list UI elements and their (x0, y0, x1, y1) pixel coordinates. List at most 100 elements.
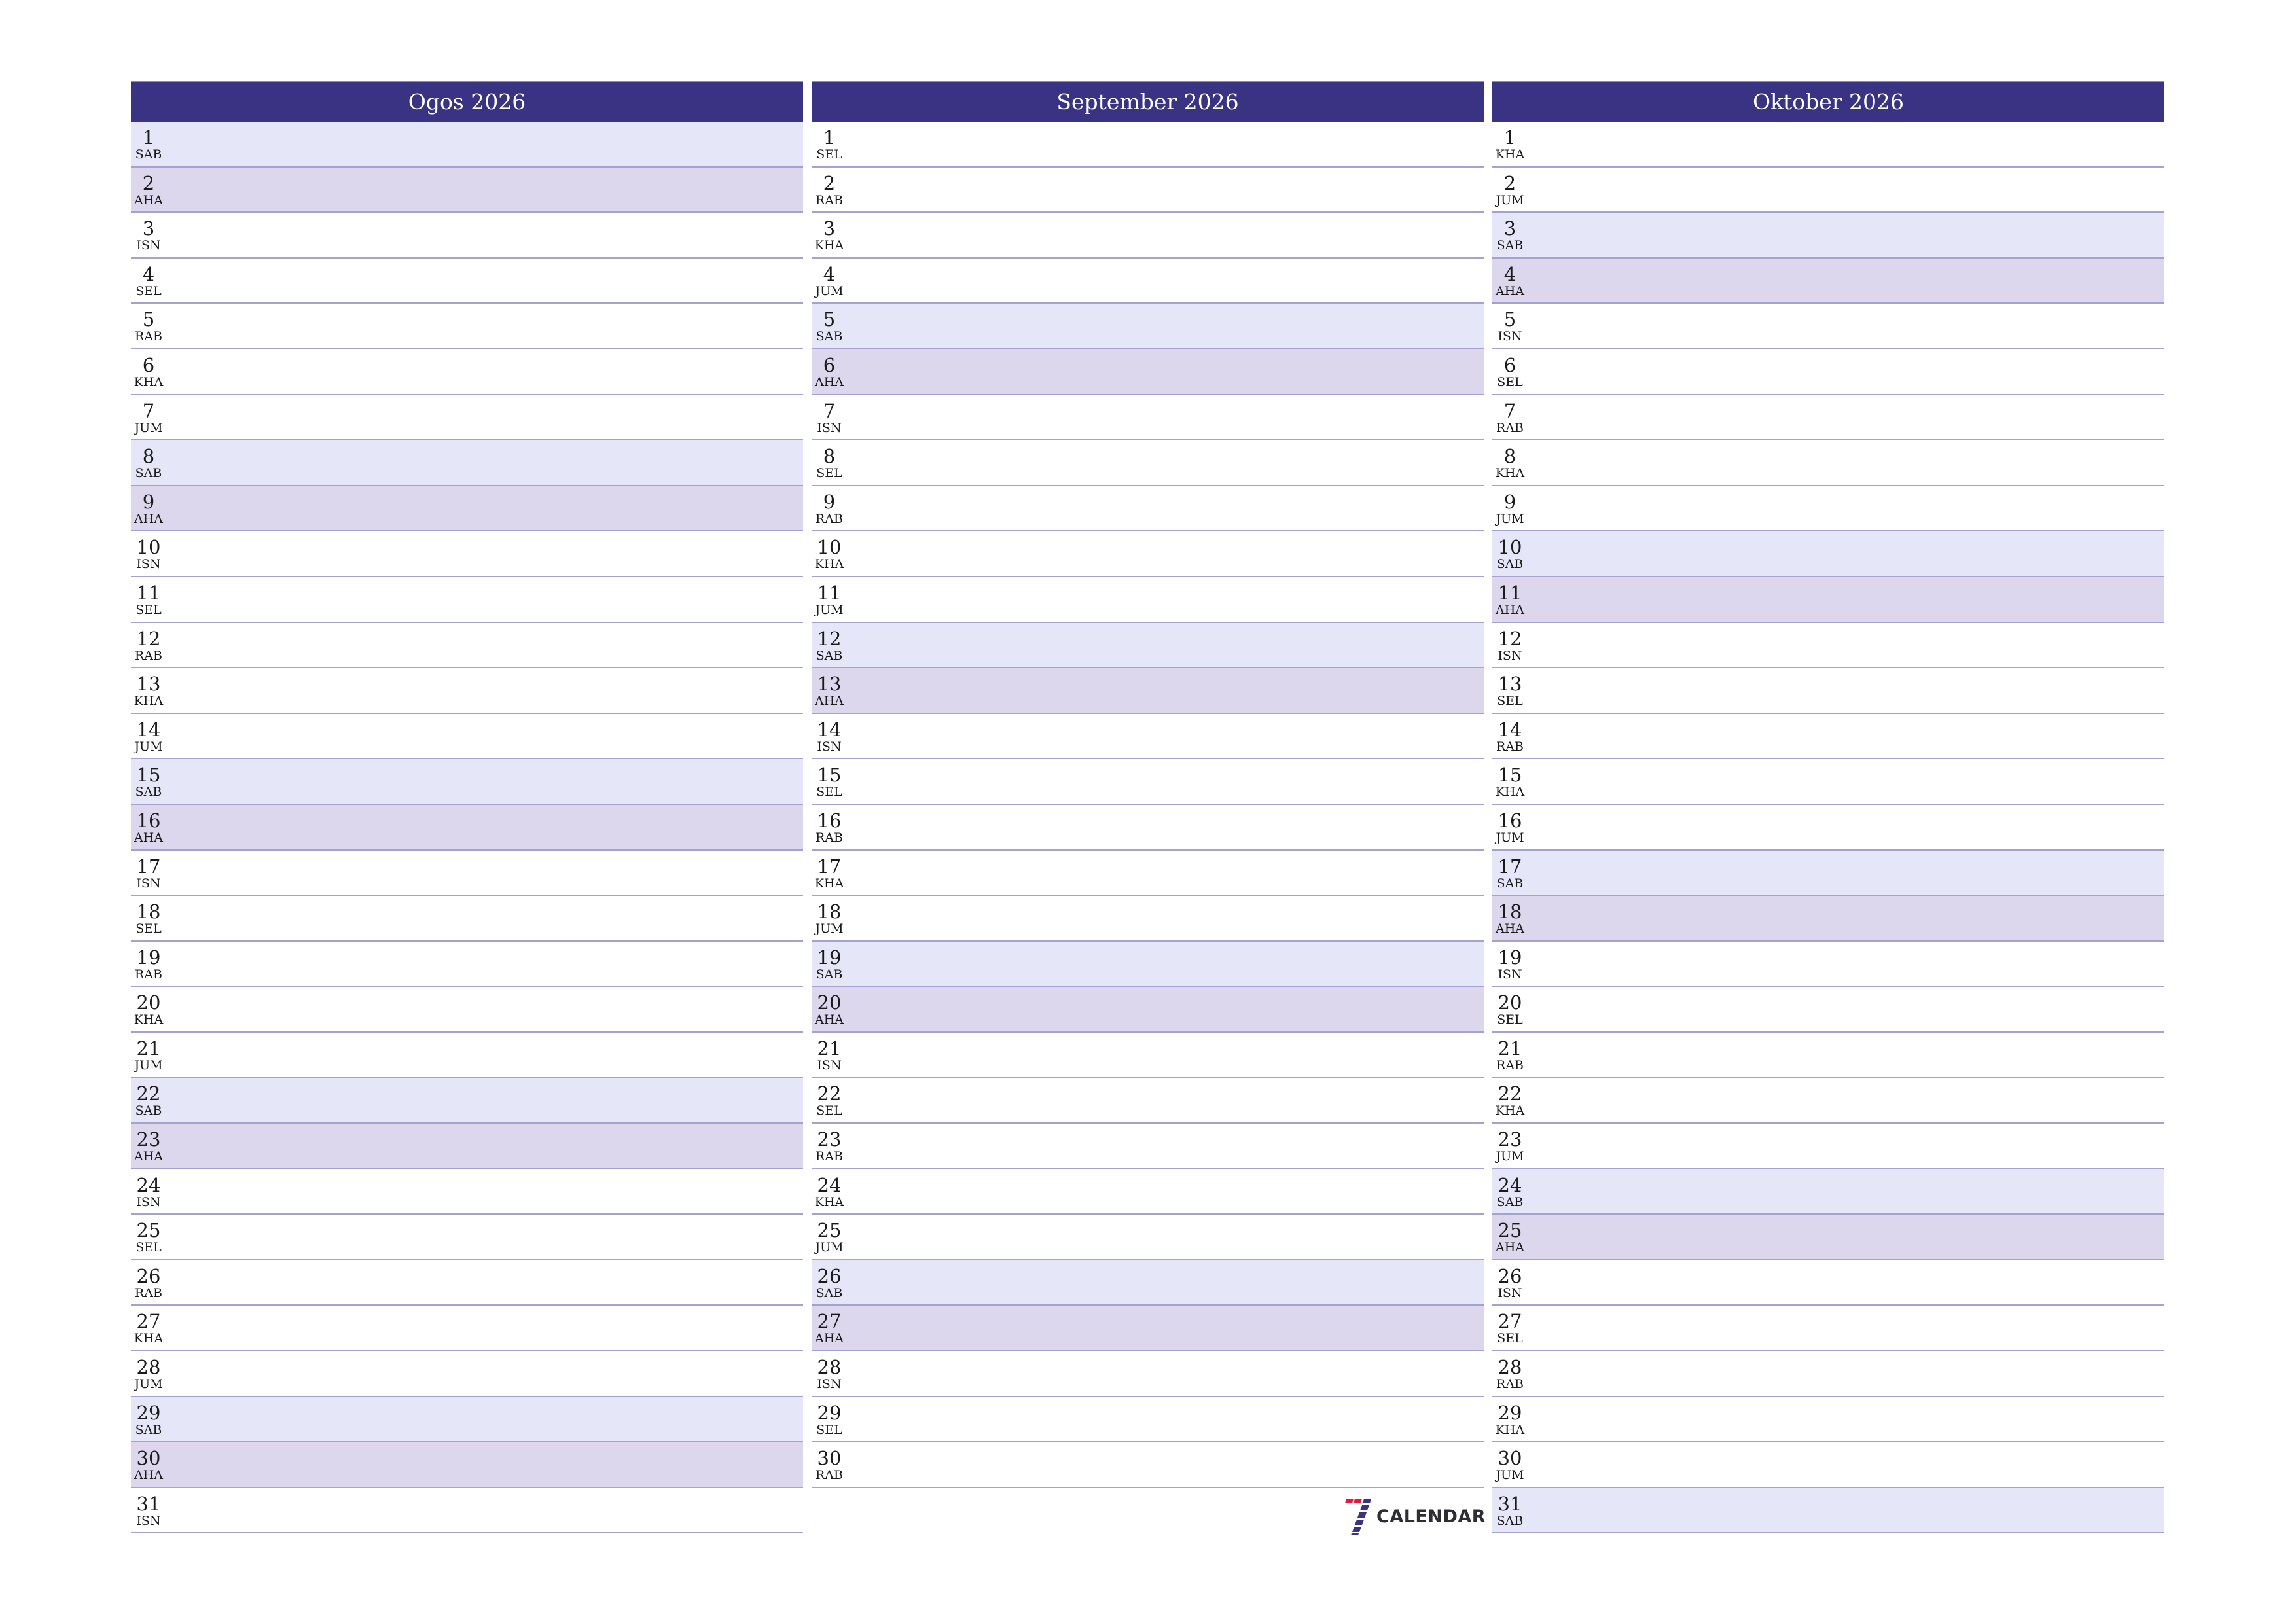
weekday-name: RAB (816, 192, 843, 207)
day-row: 12 ISN (1492, 622, 2164, 669)
day-label: 14 JUM (131, 714, 166, 753)
day-number: 30 (1498, 1447, 1522, 1470)
day-number: 29 (817, 1401, 842, 1424)
weekday-name: KHA (814, 1194, 844, 1209)
day-row: 14 RAB (1492, 713, 2164, 760)
weekday-name: ISN (136, 1513, 161, 1528)
day-label: 12 ISN (1492, 623, 1528, 662)
day-label: 26 ISN (1492, 1260, 1528, 1300)
day-row: 6 KHA (131, 349, 803, 395)
day-row: 15 KHA (1492, 759, 2164, 805)
day-number: 6 (142, 353, 155, 376)
day-row: 28 JUM (131, 1351, 803, 1397)
day-row: 26 SAB (812, 1260, 1484, 1306)
weekday-name: AHA (814, 1012, 844, 1027)
weekday-name: KHA (134, 1331, 164, 1346)
weekday-name: AHA (814, 374, 844, 389)
day-label: 6 SEL (1492, 349, 1528, 389)
day-row: 3 SAB (1492, 213, 2164, 259)
day-row: 19 ISN (1492, 941, 2164, 988)
day-number: 11 (817, 581, 842, 604)
day-number: 28 (136, 1356, 161, 1379)
day-number: 12 (1498, 627, 1522, 650)
day-label: 2 RAB (812, 168, 847, 207)
day-number: 11 (1498, 581, 1522, 604)
weekday-name: AHA (134, 830, 163, 845)
day-row: 23 AHA (131, 1124, 803, 1169)
day-number: 27 (136, 1310, 161, 1333)
day-number: 5 (1503, 308, 1516, 331)
day-row: 9 RAB (812, 486, 1484, 532)
day-row: 25 JUM (812, 1215, 1484, 1260)
day-label: 22 KHA (1492, 1078, 1528, 1117)
weekday-name: AHA (1495, 283, 1524, 298)
weekday-name: RAB (135, 329, 162, 344)
day-label: 28 ISN (812, 1351, 847, 1391)
day-row: 22 KHA (1492, 1078, 2164, 1124)
day-number: 26 (1498, 1264, 1522, 1287)
month-column-october: Oktober 2026 1 KHA 2 JUM 3 SAB 4 AHA 5 ISN 6 SEL 7 RA… (1492, 81, 2164, 1534)
weekday-name: RAB (816, 511, 843, 526)
day-number: 22 (136, 1082, 161, 1105)
day-row: 3 KHA (812, 213, 1484, 259)
day-row: 17 KHA (812, 850, 1484, 897)
day-label: 23 RAB (812, 1124, 847, 1163)
day-number: 25 (136, 1219, 161, 1242)
weekday-name: JUM (1496, 511, 1524, 526)
day-label: 14 RAB (1492, 714, 1528, 753)
weekday-name: SEL (816, 785, 842, 800)
weekday-name: SEL (816, 147, 842, 162)
day-number: 12 (817, 627, 842, 650)
day-row: 29 SAB (131, 1397, 803, 1443)
day-row: 24 ISN (131, 1169, 803, 1215)
weekday-name: JUM (134, 739, 163, 754)
day-row: 14 ISN (812, 713, 1484, 760)
day-label: 24 KHA (812, 1169, 847, 1209)
weekday-name: ISN (1498, 1285, 1522, 1300)
day-row: 27 SEL (1492, 1306, 2164, 1352)
weekday-name: KHA (814, 876, 844, 891)
day-number: 1 (142, 126, 155, 149)
day-label: 3 KHA (812, 213, 847, 252)
weekday-name: ISN (1498, 967, 1522, 982)
weekday-name: JUM (1496, 192, 1524, 207)
day-row: 27 KHA (131, 1306, 803, 1352)
day-number: 15 (817, 764, 842, 787)
day-label: 25 AHA (1492, 1215, 1528, 1254)
day-number: 4 (1503, 262, 1516, 285)
day-label: 7 ISN (812, 395, 847, 435)
weekday-name: JUM (815, 283, 844, 298)
brand-logo: CALENDAR (1345, 1497, 1486, 1535)
day-number: 6 (1503, 353, 1516, 376)
day-label: 13 SEL (1492, 668, 1528, 707)
day-row: 7 RAB (1492, 395, 2164, 441)
month-title: Oktober 2026 (1492, 81, 2164, 122)
day-number: 13 (136, 673, 161, 696)
day-number: 21 (136, 1037, 161, 1060)
weekday-name: JUM (134, 1058, 163, 1073)
day-number: 21 (1498, 1037, 1522, 1060)
day-number: 24 (817, 1173, 842, 1196)
day-label: 8 SAB (131, 440, 166, 480)
day-label: 8 KHA (1492, 440, 1528, 480)
day-number: 13 (1498, 673, 1522, 696)
weekday-name: SAB (135, 1422, 162, 1437)
weekday-name: ISN (817, 1377, 842, 1392)
day-number: 8 (823, 445, 836, 468)
day-label: 11 SEL (131, 577, 166, 616)
weekday-name: ISN (1498, 648, 1522, 663)
day-row: 10 ISN (131, 531, 803, 577)
day-label: 10 SAB (1492, 531, 1528, 571)
day-row: 16 AHA (131, 804, 803, 851)
day-number: 26 (817, 1264, 842, 1287)
weekday-name: SEL (1497, 1012, 1523, 1027)
weekday-name: SAB (1496, 1194, 1524, 1209)
weekday-name: RAB (816, 1468, 843, 1483)
day-row: 30 JUM (1492, 1442, 2164, 1488)
weekday-name: SAB (135, 466, 162, 481)
day-row: 11 SEL (131, 577, 803, 623)
weekday-name: AHA (1495, 602, 1524, 617)
day-number: 3 (142, 217, 155, 240)
day-row: 21 ISN (812, 1032, 1484, 1079)
day-row: 30 RAB (812, 1442, 1484, 1488)
